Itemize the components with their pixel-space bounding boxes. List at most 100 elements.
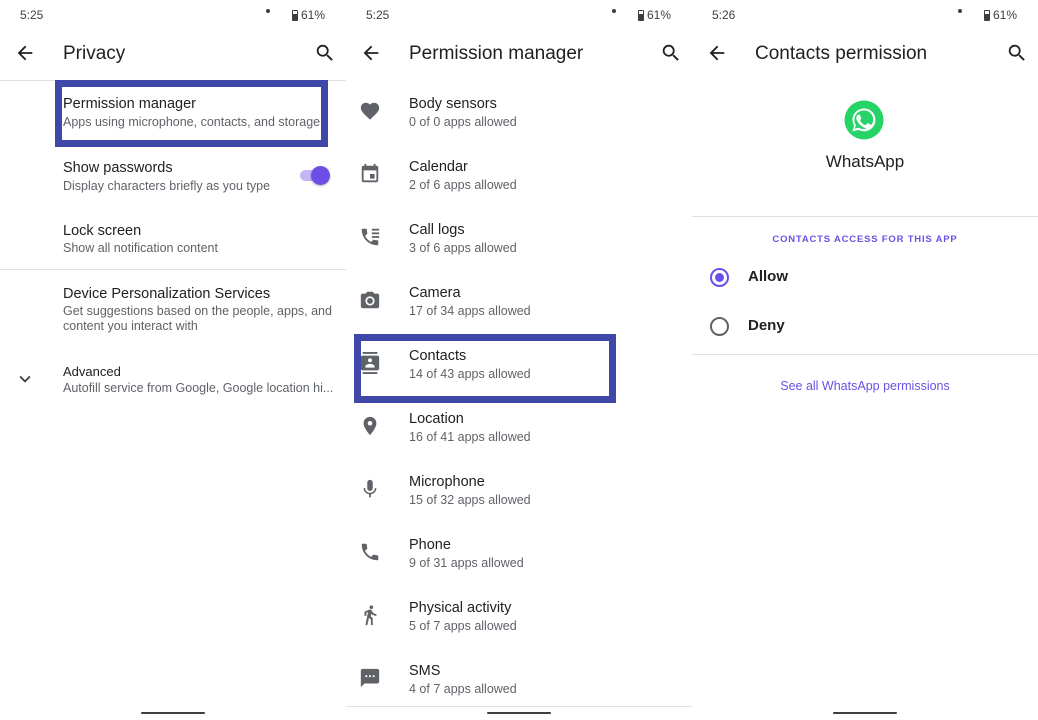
item-subtitle: 3 of 6 apps allowed (409, 241, 517, 255)
back-arrow-icon[interactable] (360, 42, 382, 64)
permission-item-camera[interactable]: Camera 17 of 34 apps allowed (346, 275, 692, 338)
see-all-permissions-link[interactable]: See all WhatsApp permissions (692, 379, 1038, 393)
page-title: Contacts permission (755, 43, 928, 64)
contacts-permission-screen: 5:26 61% Contacts permission WhatsApp CO… (692, 0, 1038, 720)
chevron-down-icon[interactable] (14, 368, 36, 390)
item-subtitle: 9 of 31 apps allowed (409, 556, 524, 570)
item-title: Physical activity (409, 600, 512, 616)
status-time: 5:25 (20, 8, 44, 22)
item-title: Lock screen (63, 223, 142, 239)
notification-dot (958, 9, 962, 13)
status-bar: 5:25 61% (346, 0, 692, 28)
notification-dot (266, 9, 270, 13)
battery-indicator: 61% (984, 8, 1017, 22)
divider (0, 269, 346, 270)
privacy-screen: 5:25 61% Privacy Permission manager Apps… (0, 0, 346, 720)
show-passwords-toggle[interactable] (300, 166, 330, 185)
search-icon[interactable] (314, 42, 336, 64)
item-title: Device Personalization Services (63, 286, 271, 302)
item-subtitle: 14 of 43 apps allowed (409, 367, 531, 381)
microphone-icon (363, 479, 377, 498)
status-time: 5:26 (712, 8, 736, 22)
item-subtitle: 4 of 7 apps allowed (409, 682, 517, 696)
deny-label: Deny (748, 317, 785, 334)
allow-radio[interactable] (710, 268, 729, 287)
item-subtitle: 17 of 34 apps allowed (409, 304, 531, 318)
page-title: Privacy (63, 43, 126, 64)
heart-icon (360, 102, 380, 120)
call-log-icon (361, 228, 380, 246)
device-personalization-item[interactable]: Device Personalization Services Get sugg… (0, 276, 346, 346)
item-subtitle: 0 of 0 apps allowed (409, 115, 517, 129)
battery-icon (984, 9, 990, 21)
item-title: Body sensors (409, 96, 497, 112)
item-title: Location (409, 411, 464, 427)
calendar-icon (361, 163, 379, 183)
permission-item-calendar[interactable]: Calendar 2 of 6 apps allowed (346, 149, 692, 212)
gesture-nav-bar[interactable] (141, 712, 205, 714)
allow-label: Allow (748, 268, 788, 285)
permission-item-location[interactable]: Location 16 of 41 apps allowed (346, 401, 692, 464)
divider (0, 80, 346, 81)
battery-level: 61% (647, 8, 672, 22)
item-subtitle: Show all notification content (63, 241, 218, 255)
advanced-item[interactable]: Advanced Autofill service from Google, G… (0, 355, 346, 405)
show-passwords-item[interactable]: Show passwords Display characters briefl… (0, 150, 346, 210)
contacts-icon (360, 352, 380, 374)
item-title: Calendar (409, 159, 468, 175)
item-title: Show passwords (63, 160, 173, 176)
deny-option[interactable]: Deny (692, 307, 1038, 347)
battery-icon (638, 9, 644, 21)
camera-icon (360, 291, 380, 309)
allow-option[interactable]: Allow (692, 258, 1038, 298)
location-icon (363, 416, 377, 436)
permission-item-physical-activity[interactable]: Physical activity 5 of 7 apps allowed (346, 590, 692, 653)
permission-item-call-logs[interactable]: Call logs 3 of 6 apps allowed (346, 212, 692, 275)
item-title: Permission manager (63, 96, 196, 112)
app-bar: Permission manager (346, 28, 692, 80)
permission-manager-item[interactable]: Permission manager Apps using microphone… (0, 86, 346, 146)
item-subtitle-line2: content you interact with (63, 319, 198, 333)
item-title: Contacts (409, 348, 467, 364)
item-subtitle: Autofill service from Google, Google loc… (63, 381, 334, 395)
walking-icon (364, 605, 377, 626)
app-name: WhatsApp (825, 152, 905, 171)
sms-icon (360, 668, 380, 688)
search-icon[interactable] (660, 42, 682, 64)
bottom-edge (346, 706, 692, 707)
battery-level: 61% (993, 8, 1018, 22)
battery-indicator: 61% (638, 8, 671, 22)
item-subtitle: Display characters briefly as you type (63, 179, 271, 193)
battery-indicator: 61% (292, 8, 325, 22)
gesture-nav-bar[interactable] (833, 712, 897, 714)
toggle-thumb (311, 166, 330, 185)
phone-icon (361, 543, 379, 561)
item-title: SMS (409, 663, 441, 679)
app-bar: Contacts permission (692, 28, 1038, 80)
search-icon[interactable] (1006, 42, 1028, 64)
permission-item-contacts[interactable]: Contacts 14 of 43 apps allowed (346, 338, 692, 401)
item-subtitle: 5 of 7 apps allowed (409, 619, 517, 633)
permission-item-phone[interactable]: Phone 9 of 31 apps allowed (346, 527, 692, 590)
permission-manager-screen: 5:25 61% Permission manager Body sensors… (346, 0, 692, 720)
deny-radio[interactable] (710, 317, 729, 336)
item-subtitle: 16 of 41 apps allowed (409, 430, 531, 444)
status-bar: 5:26 61% (692, 0, 1038, 28)
whatsapp-logo-icon (844, 100, 884, 140)
app-bar: Privacy (0, 28, 346, 80)
item-subtitle: Get suggestions based on the people, app… (63, 304, 332, 318)
back-arrow-icon[interactable] (706, 42, 728, 64)
item-title: Advanced (63, 364, 121, 379)
permission-item-microphone[interactable]: Microphone 15 of 32 apps allowed (346, 464, 692, 527)
divider (692, 216, 1038, 217)
status-time: 5:25 (366, 8, 390, 22)
divider (692, 354, 1038, 355)
battery-level: 61% (301, 8, 326, 22)
permission-item-body-sensors[interactable]: Body sensors 0 of 0 apps allowed (346, 86, 692, 149)
lock-screen-item[interactable]: Lock screen Show all notification conten… (0, 213, 346, 271)
gesture-nav-bar[interactable] (487, 712, 551, 714)
item-title: Microphone (409, 474, 485, 490)
battery-icon (292, 9, 298, 21)
back-arrow-icon[interactable] (14, 42, 36, 64)
notification-dot (612, 9, 616, 13)
